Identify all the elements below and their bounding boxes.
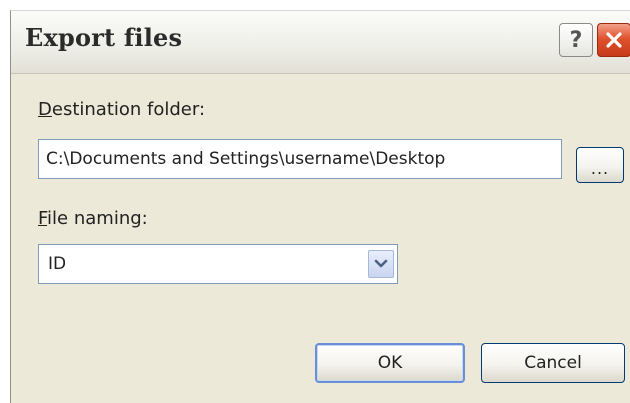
cancel-button[interactable]: Cancel: [481, 343, 625, 383]
dialog-title: Export files: [25, 23, 183, 52]
chevron-down-icon: [374, 259, 388, 268]
destination-folder-label: Destination folder:: [38, 99, 205, 120]
destination-access-key: D: [38, 99, 52, 120]
export-files-dialog: Export files ? Destination folder: ... F…: [10, 10, 630, 403]
close-x-icon: [606, 32, 622, 48]
file-naming-select[interactable]: ID: [38, 244, 398, 284]
title-bar[interactable]: Export files ?: [11, 11, 630, 74]
file-naming-selected-value: ID: [48, 254, 67, 274]
destination-folder-input[interactable]: [38, 139, 562, 179]
naming-access-key: F: [38, 208, 48, 229]
help-icon: ?: [569, 27, 583, 53]
close-button[interactable]: [597, 23, 630, 57]
dropdown-arrow-button[interactable]: [368, 250, 394, 278]
browse-button[interactable]: ...: [576, 147, 624, 183]
destination-label-text: estination folder:: [51, 99, 206, 120]
ok-button[interactable]: OK: [315, 343, 465, 383]
file-naming-label: File naming:: [38, 208, 148, 229]
help-button[interactable]: ?: [559, 23, 593, 57]
naming-label-text: ile naming:: [47, 208, 148, 229]
